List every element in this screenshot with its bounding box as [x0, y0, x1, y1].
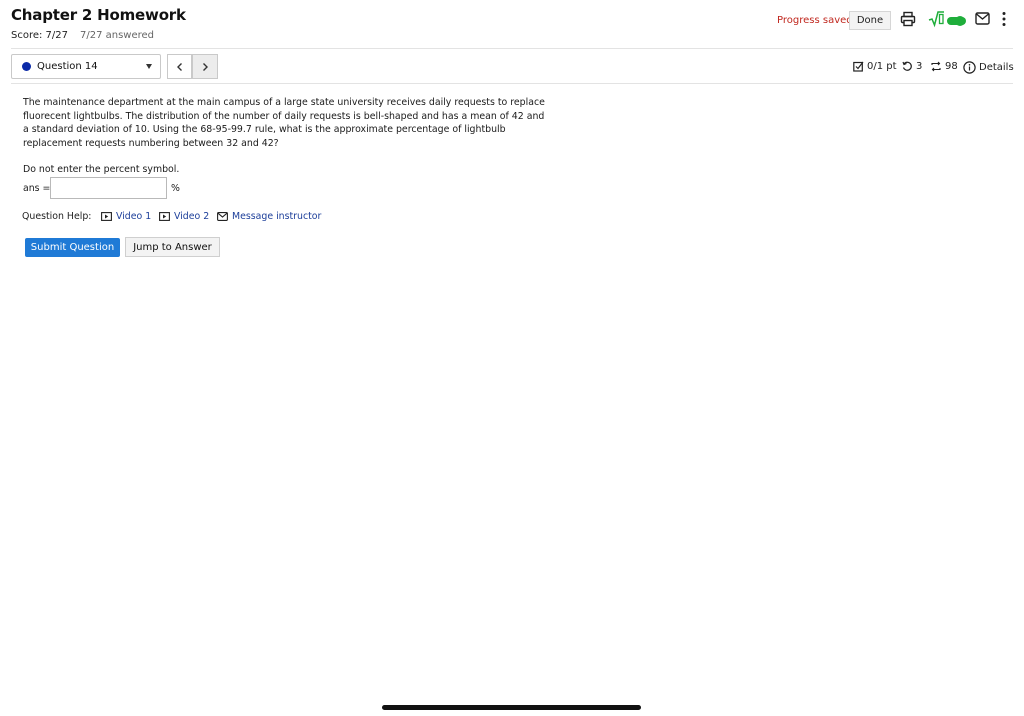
score-text: Score: 7/27	[11, 30, 69, 41]
chevron-right-icon	[203, 62, 208, 71]
details-button[interactable]: Details	[963, 61, 1014, 74]
points-text: 0/1 pt	[867, 61, 897, 72]
message-instructor-label: Message instructor	[232, 211, 322, 222]
jump-to-answer-button[interactable]: Jump to Answer	[125, 237, 220, 257]
submit-question-button[interactable]: Submit Question	[25, 238, 120, 257]
question-help-label: Question Help:	[22, 211, 92, 222]
details-label: Details	[979, 62, 1014, 73]
retries-count: 3	[916, 61, 923, 72]
retry-icon	[902, 61, 912, 71]
next-question-button[interactable]	[192, 54, 218, 79]
question-select[interactable]: Question 14	[11, 54, 161, 79]
mail-icon	[217, 212, 228, 221]
video-1-link[interactable]: Video 1	[101, 211, 151, 222]
caret-down-icon	[146, 64, 152, 69]
info-icon	[963, 61, 976, 74]
done-button[interactable]: Done	[849, 11, 891, 30]
attempts-count: 98	[945, 61, 958, 72]
question-text: The maintenance department at the main c…	[23, 97, 545, 149]
print-icon[interactable]	[900, 11, 916, 27]
answer-input[interactable]	[50, 177, 167, 199]
answer-instruction: Do not enter the percent symbol.	[23, 164, 180, 175]
repeat-icon	[931, 61, 941, 72]
home-indicator[interactable]	[382, 705, 641, 710]
video-icon	[101, 212, 112, 221]
video-icon	[159, 212, 170, 221]
kebab-menu-icon[interactable]	[1001, 11, 1007, 27]
video-2-link[interactable]: Video 2	[159, 211, 209, 222]
percent-unit: %	[171, 183, 180, 194]
video-1-label: Video 1	[116, 211, 152, 222]
question-select-label: Question 14	[37, 61, 98, 72]
progress-saved-status: Progress saved	[777, 15, 853, 26]
assignment-title: Chapter 2 Homework	[11, 6, 186, 24]
answer-label: ans =	[23, 183, 51, 194]
sqrt-toggle-icon[interactable]	[928, 10, 968, 28]
chevron-left-icon	[176, 62, 182, 71]
previous-question-button[interactable]	[167, 54, 192, 79]
toolbar-divider	[11, 83, 1013, 84]
attempts-indicator: 98	[930, 61, 958, 72]
mail-icon[interactable]	[975, 12, 990, 25]
status-dot-icon	[22, 62, 31, 71]
retries-indicator: 3	[902, 61, 922, 72]
points-indicator: 0/1 pt	[853, 61, 897, 72]
checkbox-icon	[853, 61, 864, 72]
answered-count: 7/27 answered	[80, 30, 155, 41]
header-divider	[11, 48, 1013, 49]
message-instructor-link[interactable]: Message instructor	[217, 211, 321, 222]
video-2-label: Video 2	[174, 211, 210, 222]
